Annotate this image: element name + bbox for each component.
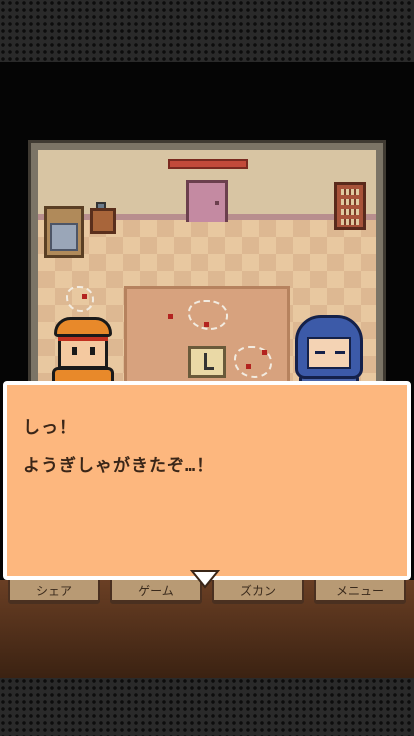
character-eye [90, 347, 95, 355]
blood-stain [262, 350, 267, 355]
blood-stain [246, 364, 251, 369]
triangle-down-icon[interactable] [190, 568, 220, 590]
character-eye-closed [335, 351, 345, 354]
character-eye-closed [315, 351, 325, 354]
blood-stain [204, 322, 209, 327]
blood-stain [168, 314, 173, 319]
bookshelf [334, 182, 366, 230]
top-frame [0, 0, 414, 62]
blood-stain [82, 294, 87, 299]
bed-sheet [50, 223, 78, 251]
evidence-box [188, 346, 226, 378]
door [186, 180, 228, 222]
dialog-box[interactable]: しっ！ ようぎしゃがきたぞ…！ [3, 381, 411, 580]
desk [90, 208, 116, 234]
dialog-text: しっ！ ようぎしゃがきたぞ…！ [23, 409, 214, 485]
door-knob [215, 201, 219, 205]
character-eye [72, 347, 77, 355]
chalk-outline [66, 286, 94, 312]
bottom-frame [0, 678, 414, 736]
character-cap [54, 317, 112, 337]
bed [44, 206, 84, 258]
dialog-line-2: ようぎしゃがきたぞ…！ [23, 456, 215, 476]
wall-sign [168, 159, 248, 169]
dialog-line-1: しっ！ [23, 418, 77, 438]
